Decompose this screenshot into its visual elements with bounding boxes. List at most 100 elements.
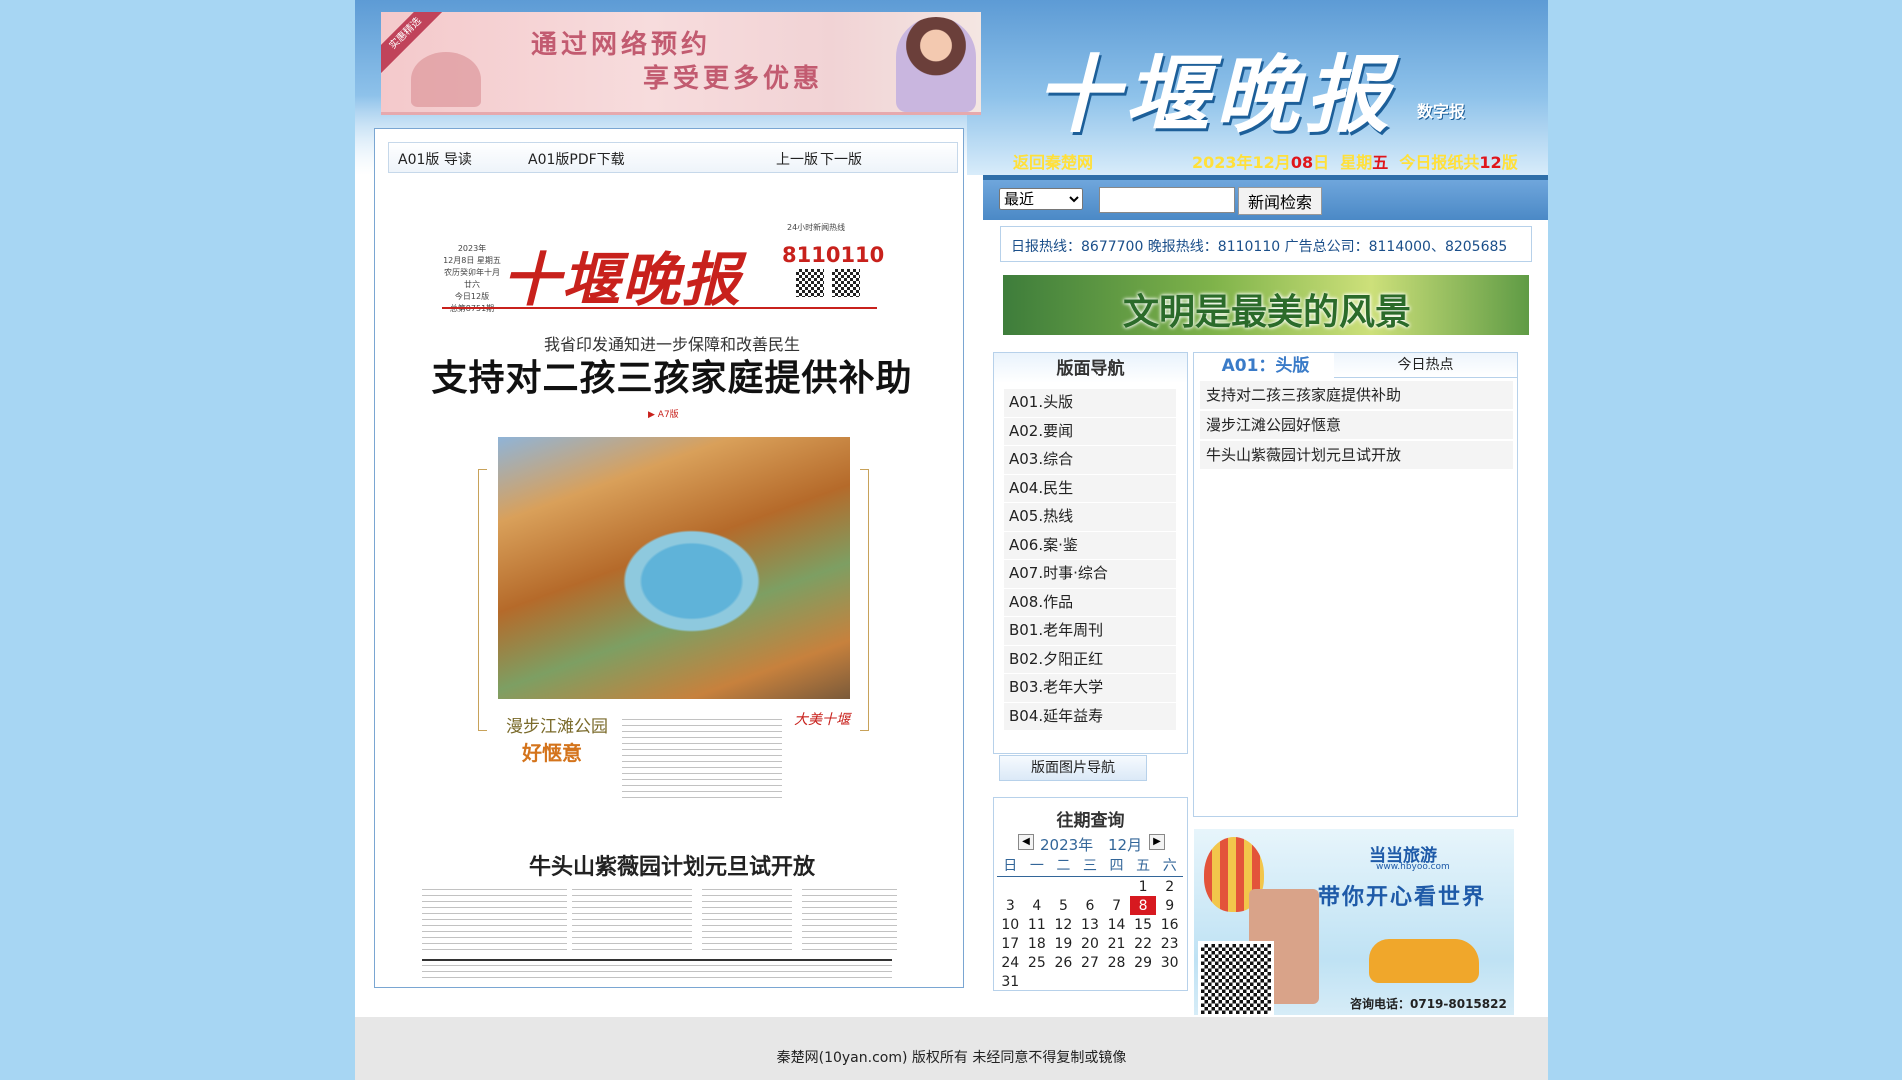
nav-item-a05[interactable]: A05.热线 (1004, 503, 1176, 532)
calendar-day[interactable]: 30 (1156, 953, 1183, 972)
calendar-day[interactable]: 27 (1077, 953, 1104, 972)
page-viewer: A01版 导读 A01版PDF下载 上一版 下一版 2023年 12月8日 星期… (374, 128, 964, 988)
calendar-day[interactable]: 23 (1156, 934, 1183, 953)
article-text-col4 (802, 889, 897, 954)
calendar-day[interactable]: 10 (997, 915, 1024, 934)
calendar-day[interactable]: 28 (1103, 953, 1130, 972)
copyright-text: 秦楚网(10yan.com) 版权所有 未经同意不得复制或镜像 (776, 1050, 1127, 1066)
date-range-select[interactable]: 最近 (999, 188, 1083, 210)
calendar-day[interactable]: 15 (1130, 915, 1157, 934)
image-nav-button[interactable]: 版面图片导航 (999, 755, 1147, 781)
weekday-header: 四 (1103, 854, 1130, 877)
calendar-day[interactable]: 1 (1130, 877, 1157, 897)
headline-item[interactable]: 漫步江滩公园好惬意 (1200, 411, 1513, 439)
weekday-header: 六 (1156, 854, 1183, 877)
nav-item-a06[interactable]: A06.案·鉴 (1004, 531, 1176, 560)
calendar-day[interactable]: 13 (1077, 915, 1104, 934)
nav-item-a07[interactable]: A07.时事·综合 (1004, 560, 1176, 589)
calendar-day[interactable]: 25 (1024, 953, 1051, 972)
travel-ad[interactable]: 当当旅游 www.hbyoo.com 带你开心看世界 咨询电话：0719-801… (1194, 829, 1514, 1015)
calendar-day[interactable]: 12 (1050, 915, 1077, 934)
calendar-day[interactable]: 7 (1103, 896, 1130, 915)
calendar-empty (1024, 877, 1051, 897)
search-input[interactable] (1099, 187, 1235, 213)
calendar-year: 2023年 (1040, 836, 1094, 854)
next-month-icon[interactable]: ▶ (1149, 834, 1165, 850)
calendar-day[interactable]: 22 (1130, 934, 1157, 953)
site-logo[interactable]: 十堰晚报 (1035, 28, 1395, 149)
calendar-day[interactable]: 16 (1156, 915, 1183, 934)
tab-today-hot[interactable]: 今日热点 (1334, 353, 1517, 378)
back-link[interactable]: 返回秦楚网 (1013, 149, 1093, 173)
calendar-day[interactable]: 21 (1103, 934, 1130, 953)
calendar-day[interactable]: 3 (997, 896, 1024, 915)
paper-date-line4: 今日12版 (454, 292, 490, 301)
calendar-day[interactable]: 26 (1050, 953, 1077, 972)
calendar-day[interactable]: 19 (1050, 934, 1077, 953)
headline-item[interactable]: 支持对二孩三孩家庭提供补助 (1200, 381, 1513, 409)
photo-frame-right (860, 469, 869, 731)
calendar-day[interactable]: 2 (1156, 877, 1183, 897)
park-photo (498, 437, 850, 699)
nav-item-a02[interactable]: A02.要闻 (1004, 417, 1176, 446)
paper-hotline: 8110110 (782, 243, 885, 267)
calendar-day[interactable]: 31 (997, 972, 1024, 991)
issue-date: 2023年12月08日 星期五 今日报纸共12版 (1192, 149, 1518, 173)
next-page-link[interactable]: 下一版 (820, 149, 862, 169)
column-logo: 大美十堰 (794, 712, 850, 728)
banner-line1: 通过网络预约 (531, 30, 712, 60)
calendar-day[interactable]: 8 (1129, 896, 1157, 915)
pdf-download-link[interactable]: A01版PDF下载 (528, 149, 625, 169)
promo-banner[interactable]: 实惠精选 通过网络预约 享受更多优惠 (381, 12, 981, 115)
nav-item-a08[interactable]: A08.作品 (1004, 588, 1176, 617)
newspaper-page-image[interactable]: 2023年 12月8日 星期五 农历癸卯年十月廿六 今日12版 总第8751期 … (412, 189, 932, 979)
travel-url: www.hbyoo.com (1376, 862, 1450, 872)
paper-footer-rule (422, 959, 892, 961)
civility-banner-text: 文明是最美的风景 (1123, 291, 1412, 333)
prev-month-icon[interactable]: ◀ (1018, 834, 1034, 850)
calendar-week: 17 18 19 20 21 22 23 (997, 934, 1183, 953)
search-bar: 最近 新闻检索 (983, 175, 1548, 220)
search-button[interactable]: 新闻检索 (1238, 187, 1322, 215)
tab-current-page[interactable]: A01：头版 (1197, 353, 1335, 377)
calendar-empty (1077, 877, 1104, 897)
nav-item-a04[interactable]: A04.民生 (1004, 474, 1176, 503)
calendar-day[interactable]: 24 (997, 953, 1024, 972)
calendar-day[interactable]: 6 (1077, 896, 1104, 915)
calendar-day[interactable]: 5 (1050, 896, 1077, 915)
weekday-header: 二 (1050, 854, 1077, 877)
calendar-day[interactable]: 4 (1024, 896, 1051, 915)
photo-caption-text (622, 719, 782, 799)
calendar-empty (1103, 877, 1130, 897)
calendar-day[interactable]: 14 (1103, 915, 1130, 934)
calendar-empty (1156, 972, 1183, 991)
photo-title: 漫步江滩公园 (506, 717, 608, 737)
nav-item-a01[interactable]: A01.头版 (1004, 389, 1176, 418)
article-text-col2 (572, 889, 692, 954)
calendar-empty (1103, 972, 1130, 991)
calendar-nav: ◀ 2023年 12月 ▶ (1018, 834, 1165, 854)
calendar-month: 12月 (1108, 836, 1143, 854)
lead-headline: 支持对二孩三孩家庭提供补助 (431, 357, 913, 399)
calendar-week: 3456789 (997, 896, 1183, 915)
calendar-day[interactable]: 29 (1130, 953, 1157, 972)
calendar-day[interactable]: 9 (1156, 896, 1183, 915)
masthead-rule (442, 307, 877, 309)
calendar-day[interactable]: 20 (1077, 934, 1104, 953)
calendar-day[interactable]: 17 (997, 934, 1024, 953)
nav-item-b01[interactable]: B01.老年周刊 (1004, 617, 1176, 646)
nav-item-b02[interactable]: B02.夕阳正红 (1004, 645, 1176, 674)
headlines-panel: A01：头版 今日热点 支持对二孩三孩家庭提供补助 漫步江滩公园好惬意 牛头山紫… (1193, 352, 1518, 817)
paper-date-line1: 2023年 (457, 244, 487, 253)
civility-banner[interactable]: 文明是最美的风景 (1003, 275, 1529, 335)
nav-item-a03[interactable]: A03.综合 (1004, 446, 1176, 475)
car-icon (1369, 939, 1479, 983)
headline-item[interactable]: 牛头山紫薇园计划元旦试开放 (1200, 441, 1513, 469)
calendar-day[interactable]: 18 (1024, 934, 1051, 953)
page-guide-link[interactable]: A01版 导读 (398, 149, 472, 169)
prev-page-link[interactable]: 上一版 (776, 149, 818, 169)
nav-item-b04[interactable]: B04.延年益寿 (1004, 702, 1176, 731)
calendar-day[interactable]: 11 (1024, 915, 1051, 934)
pages-count: 12 (1479, 153, 1502, 172)
nav-item-b03[interactable]: B03.老年大学 (1004, 674, 1176, 703)
